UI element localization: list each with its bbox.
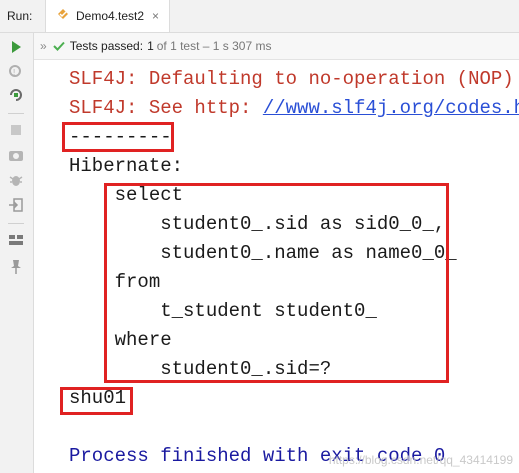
rerun-failed-icon[interactable]: !: [7, 62, 25, 80]
toolbar-separator: [8, 113, 24, 114]
rerun-icon[interactable]: [7, 38, 25, 56]
highlight-box-separator: [62, 122, 174, 152]
tests-passed-label: Tests passed:: [69, 39, 144, 53]
stop-icon[interactable]: [7, 121, 25, 139]
run-label: Run:: [7, 9, 33, 23]
toolbar-separator: [8, 223, 24, 224]
debug-icon[interactable]: [7, 171, 25, 189]
console-line: Hibernate:: [69, 155, 184, 177]
console-line: SLF4J: Defaulting to no-operation (NOP) …: [69, 68, 519, 90]
layout-icon[interactable]: [7, 231, 25, 249]
camera-icon[interactable]: [7, 146, 25, 164]
highlight-box-result: [60, 387, 133, 415]
watermark: https://blog.csdn.net/qq_43414199: [328, 453, 513, 467]
run-toolbar: !: [0, 33, 34, 473]
tests-passed-count: 1: [147, 39, 154, 53]
check-icon: [52, 40, 65, 52]
highlight-box-sql: [104, 183, 449, 383]
exit-icon[interactable]: [7, 196, 25, 214]
console-link[interactable]: //www.slf4j.org/codes.htm: [263, 97, 519, 119]
run-tab-demo4-test2[interactable]: Demo4.test2 ×: [45, 0, 171, 32]
pin-icon[interactable]: [7, 258, 25, 276]
svg-text:!: !: [13, 68, 15, 77]
test-status-bar: » Tests passed: 1 of 1 test – 1 s 307 ms: [34, 33, 519, 60]
console-line: SLF4J: See http: //www.slf4j.org/codes.h…: [69, 96, 519, 120]
tab-title: Demo4.test2: [76, 9, 145, 23]
test-status-icon: [56, 7, 70, 26]
toggle-auto-test-icon[interactable]: [7, 86, 25, 104]
console-output[interactable]: SLF4J: Defaulting to no-operation (NOP) …: [34, 60, 519, 473]
tests-summary: of 1 test – 1 s 307 ms: [156, 39, 272, 53]
run-tool-window-header: Run: Demo4.test2 ×: [0, 0, 519, 33]
close-icon[interactable]: ×: [152, 9, 159, 23]
chevron-icon[interactable]: »: [40, 39, 47, 53]
